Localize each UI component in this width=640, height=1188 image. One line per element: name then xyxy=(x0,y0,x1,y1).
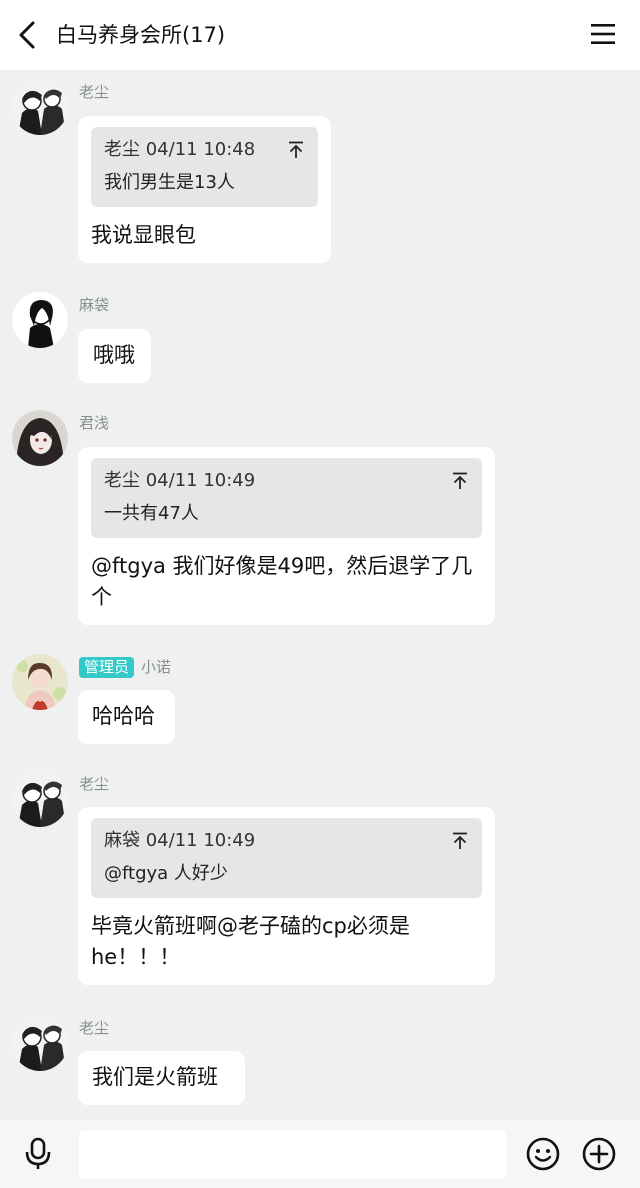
admin-badge: 管理员 xyxy=(79,657,135,678)
message-text: 我们是火箭班 xyxy=(92,1065,218,1089)
message-text: 哈哈哈 xyxy=(92,704,155,728)
chat-header: 白马养身会所(17) xyxy=(0,0,640,70)
message-text: 我说显眼包 xyxy=(91,223,196,247)
message-bubble[interactable]: 老尘 04/11 10:49 一共有47人 @ftgya 我们好像是49吧，然后… xyxy=(78,447,495,625)
message-text: 哦哦 xyxy=(93,343,135,367)
sender-meta: 管理员 小诺 xyxy=(79,657,171,678)
chevron-left-icon[interactable] xyxy=(14,19,42,51)
message-item: 君浅 老尘 04/11 10:49 一共有47人 @ftgya 我们好像是49吧… xyxy=(0,410,640,640)
quote-header: 老尘 04/11 10:48 xyxy=(104,139,256,160)
message-item: 老尘 老尘 04/11 10:48 我们男生是13人 我说显眼包 xyxy=(0,79,640,279)
message-item: 管理员 小诺 哈哈哈 xyxy=(0,654,640,754)
chat-title: 白马养身会所(17) xyxy=(56,23,226,47)
sender-name: 老尘 xyxy=(79,83,110,101)
message-bubble[interactable]: 麻袋 04/11 10:49 @ftgya 人好少 毕竟火箭班啊@老子磕的cp必… xyxy=(78,807,495,985)
sender-name: 麻袋 xyxy=(79,296,110,314)
smiley-icon[interactable] xyxy=(526,1137,560,1171)
avatar-laochen[interactable] xyxy=(12,1015,68,1071)
message-input[interactable] xyxy=(79,1130,506,1179)
menu-icon[interactable] xyxy=(590,22,616,46)
arrow-up-to-top-icon[interactable] xyxy=(452,472,468,490)
avatar-laochen[interactable] xyxy=(12,771,68,827)
avatar-madai[interactable] xyxy=(12,292,68,348)
sender-name: 老尘 xyxy=(79,775,110,793)
quote-header: 老尘 04/11 10:49 xyxy=(104,470,256,491)
plus-circle-icon[interactable] xyxy=(582,1137,616,1171)
message-text: 毕竟火箭班啊@老子磕的cp必须是he！！！ xyxy=(91,914,410,969)
sender-name: 老尘 xyxy=(79,1019,110,1037)
avatar-junqian[interactable] xyxy=(12,410,68,466)
composer-bar xyxy=(0,1120,640,1188)
quote-text: @ftgya 人好少 xyxy=(104,863,228,884)
message-list[interactable]: 老尘 老尘 04/11 10:48 我们男生是13人 我说显眼包 麻袋 哦哦 君… xyxy=(0,70,640,1120)
arrow-up-to-top-icon[interactable] xyxy=(452,832,468,850)
quoted-message[interactable]: 麻袋 04/11 10:49 @ftgya 人好少 xyxy=(91,818,482,898)
avatar-laochen[interactable] xyxy=(12,79,68,135)
quoted-message[interactable]: 老尘 04/11 10:48 我们男生是13人 xyxy=(91,127,318,207)
arrow-up-to-top-icon[interactable] xyxy=(288,141,304,159)
message-bubble[interactable]: 哈哈哈 xyxy=(78,690,175,744)
quoted-message[interactable]: 老尘 04/11 10:49 一共有47人 xyxy=(91,458,482,538)
message-item: 麻袋 哦哦 xyxy=(0,292,640,392)
quote-header: 麻袋 04/11 10:49 xyxy=(104,830,256,851)
message-bubble[interactable]: 我们是火箭班 xyxy=(78,1051,245,1105)
message-item: 老尘 我们是火箭班 xyxy=(0,1015,640,1115)
message-item: 老尘 麻袋 04/11 10:49 @ftgya 人好少 毕竟火箭班啊@老子磕的… xyxy=(0,771,640,1001)
message-bubble[interactable]: 哦哦 xyxy=(78,329,151,383)
message-text: @ftgya 我们好像是49吧，然后退学了几个 xyxy=(91,554,473,609)
message-bubble[interactable]: 老尘 04/11 10:48 我们男生是13人 我说显眼包 xyxy=(78,116,331,263)
microphone-icon[interactable] xyxy=(24,1137,52,1171)
sender-name: 君浅 xyxy=(79,414,110,432)
sender-name: 小诺 xyxy=(141,658,172,676)
quote-text: 一共有47人 xyxy=(104,503,199,524)
quote-text: 我们男生是13人 xyxy=(104,172,235,193)
avatar-xiaonuo[interactable] xyxy=(12,654,68,710)
